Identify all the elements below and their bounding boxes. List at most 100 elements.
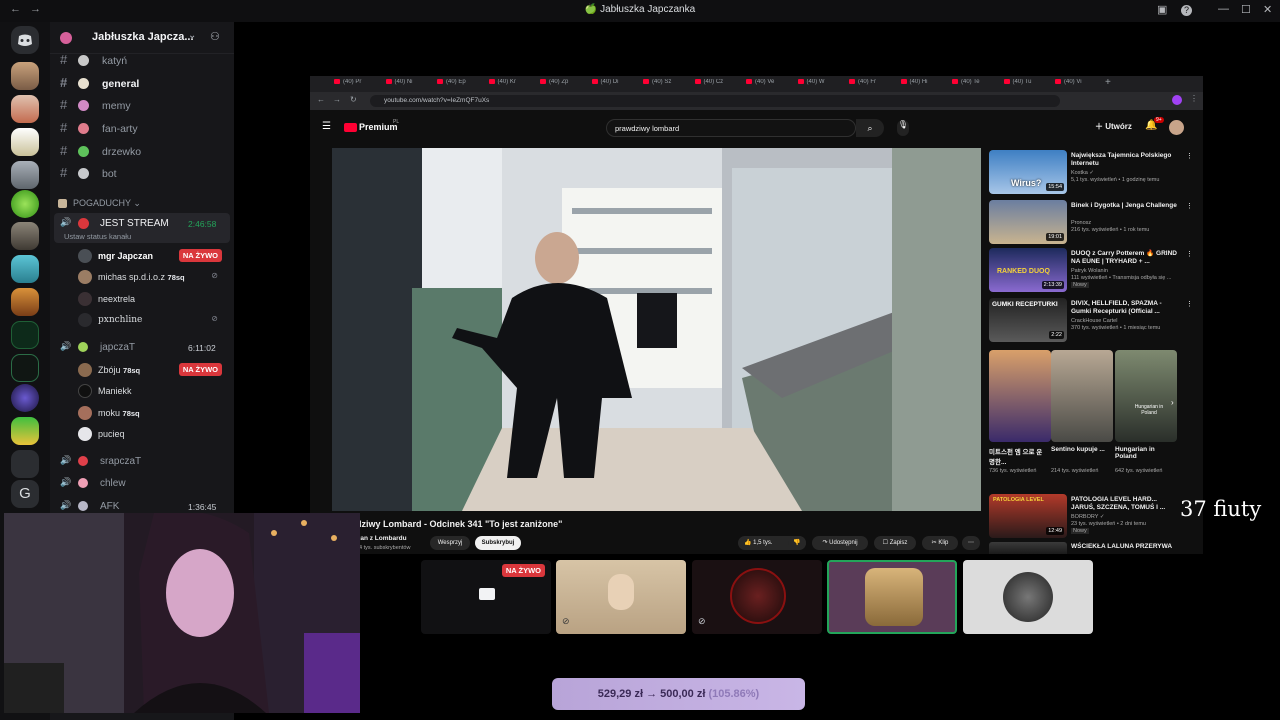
profile-icon[interactable] [1172,95,1182,105]
participant-tile[interactable]: ⊘ [556,560,686,634]
browser-tab[interactable]: (40) Ni [385,79,436,90]
recommendation-title[interactable]: WŚCIEKŁA LALUNA PRZERYWA [1071,543,1172,550]
browser-tab[interactable]: (40) Vi [1055,79,1105,90]
browser-tab[interactable]: (40) Ve [746,79,796,90]
recommendation[interactable]: GUMKI RECEPTURKI 2:22 DIVIX, HELLFIELD, … [989,298,1199,344]
discord-home-icon[interactable] [11,26,39,54]
more-icon[interactable]: ⋯ [962,536,980,550]
server-icon[interactable] [11,450,39,478]
support-button[interactable]: Wesprzyj [430,536,470,550]
browser-tab[interactable]: (40) Cz [694,79,745,90]
voice-channel-japczat[interactable]: 🔊 japczaT 6:11:02 [54,338,230,356]
recommendation[interactable]: Wirus? 15:54 Największa Tajemnica Polski… [989,150,1199,196]
share-button[interactable]: ↷ Udostępnij [812,536,868,550]
browser-tab[interactable]: (40) Ep [437,79,487,90]
browser-tab[interactable]: (40) Fr [849,79,899,90]
chevron-down-icon[interactable]: ⌄ [188,30,196,41]
more-icon[interactable]: ⋮ [1186,250,1193,258]
search-icon[interactable]: ⌕ [856,119,884,137]
server-icon[interactable] [11,417,39,445]
microphone-icon[interactable]: 🎙 [897,120,909,136]
voice-user[interactable]: Zbóju 78sq NA ŻYWO [76,360,226,380]
participant-tile[interactable]: ⊘ [692,560,822,634]
channel-fan-arty[interactable]: # fan-arty [58,119,228,139]
server-icon[interactable] [11,288,39,316]
browser-tab[interactable]: (40) Di [591,79,642,90]
participant-tile[interactable] [963,560,1093,634]
short-thumbnail[interactable] [1051,350,1113,442]
server-icon[interactable] [11,161,39,189]
server-icon[interactable] [11,222,39,250]
inbox-icon[interactable]: ▣ [1157,3,1167,16]
subscribe-button[interactable]: Subskrybuj [475,536,521,550]
streamed-browser[interactable]: (40) Pr (40) Ni (40) Ep (40) Kr (40) Zp (40) … [310,76,1203,554]
voice-user[interactable]: pucieq [76,424,226,444]
server-icon[interactable] [11,62,39,90]
server-icon[interactable] [11,95,39,123]
more-icon[interactable]: ⋮ [1186,300,1193,308]
minimize-icon[interactable]: — [1218,3,1229,15]
browser-tab[interactable]: (40) Tu [1003,79,1054,90]
browser-tab[interactable]: (40) Zp [540,79,590,90]
browser-tab[interactable]: (40) Sz [643,79,693,90]
voice-user[interactable]: michas sp.d.i.o.z 78sq ⊘ [76,267,226,287]
video-thumbnail[interactable] [989,542,1067,554]
close-icon[interactable]: ✕ [1263,3,1272,16]
more-icon[interactable]: ⋮ [1186,202,1193,210]
short-thumbnail[interactable]: Hungarian in Poland [1115,350,1177,442]
channel-name[interactable]: Pan z Lombardu [356,535,407,542]
channel-general[interactable]: # general [58,74,228,94]
add-member-icon[interactable]: ⚇ [210,30,220,43]
save-button[interactable]: ☐ Zapisz [874,536,916,550]
clip-button[interactable]: ✂ Klip [922,536,958,550]
participant-tile-speaking[interactable] [827,560,957,634]
dislike-icon[interactable]: 👎 [788,536,806,550]
browser-tab[interactable]: (40) Kr [488,79,539,90]
server-header[interactable]: Jabłuszka Japcza... ⌄ ⚇ [50,22,234,54]
browser-tab[interactable]: (40) W [797,79,848,90]
new-tab-icon[interactable]: + [1105,77,1111,88]
server-icon[interactable] [11,128,39,156]
voice-user[interactable]: neextrela [76,289,226,309]
stream-tile[interactable]: NA ŻYWO [421,560,551,634]
search-input[interactable]: prawdziwy lombard [606,119,856,137]
server-icon[interactable] [11,321,39,349]
recommendation[interactable]: RANKED DUOQ 2:13:39 DUOQ z Carry Pottere… [989,248,1199,294]
menu-icon[interactable]: ⋮ [1190,94,1198,103]
voice-user[interactable]: mgr Japczan NA ŻYWO [76,246,226,266]
category-pogaduchy[interactable]: POGADUCHY ⌄ [58,198,141,209]
voice-channel-jest-stream[interactable]: 🔊 JEST STREAM 2:46:58 Ustaw status kanał… [54,213,230,243]
maximize-icon[interactable]: ☐ [1241,3,1251,16]
account-avatar[interactable] [1169,120,1184,135]
channel-bot[interactable]: # bot [58,164,228,184]
channel-memy[interactable]: # memy [58,96,228,116]
chevron-right-icon[interactable]: › [1171,398,1174,407]
back-icon[interactable]: ← [317,95,325,104]
more-icon[interactable]: ⋮ [1186,152,1193,160]
channel-katyn[interactable]: # katyń [58,51,228,71]
voice-user[interactable]: Maniekk [76,381,226,401]
recommendation[interactable]: PATOLOGIA LEVEL 12:49 PATOLOGIA LEVEL HA… [989,494,1199,540]
browser-tab[interactable]: (40) Hi [900,79,951,90]
server-icon[interactable] [11,354,39,382]
channel-drzewko[interactable]: # drzewko [58,142,228,162]
voice-user[interactable]: moku 78sq [76,403,226,423]
forward-icon[interactable]: → [333,95,341,104]
url-field[interactable]: youtube.com/watch?v=IeZmQF7uXs [370,95,1060,107]
google-icon[interactable]: G [11,480,39,508]
voice-user[interactable]: pxnchline ⊘ [76,310,226,330]
help-icon[interactable]: ? [1181,5,1192,16]
apple-server-icon[interactable] [11,190,39,218]
voice-channel-chlew[interactable]: 🔊 chlew [54,474,230,492]
channel-status[interactable]: Ustaw status kanału [64,232,131,241]
recommendation[interactable]: 19:01 Binek i Dygotka | Jenga Challenge … [989,200,1199,246]
server-icon[interactable] [11,255,39,283]
server-icon[interactable] [11,384,39,412]
video-player[interactable] [332,148,981,511]
short-thumbnail[interactable] [989,350,1051,442]
create-button[interactable]: ＋ Utwórz [1095,121,1132,132]
youtube-logo-icon[interactable] [344,123,357,132]
voice-channel-srapczat[interactable]: 🔊 srapczaT [54,452,230,470]
hamburger-icon[interactable]: ☰ [322,121,331,132]
browser-tab[interactable]: (40) Te [952,79,1002,90]
